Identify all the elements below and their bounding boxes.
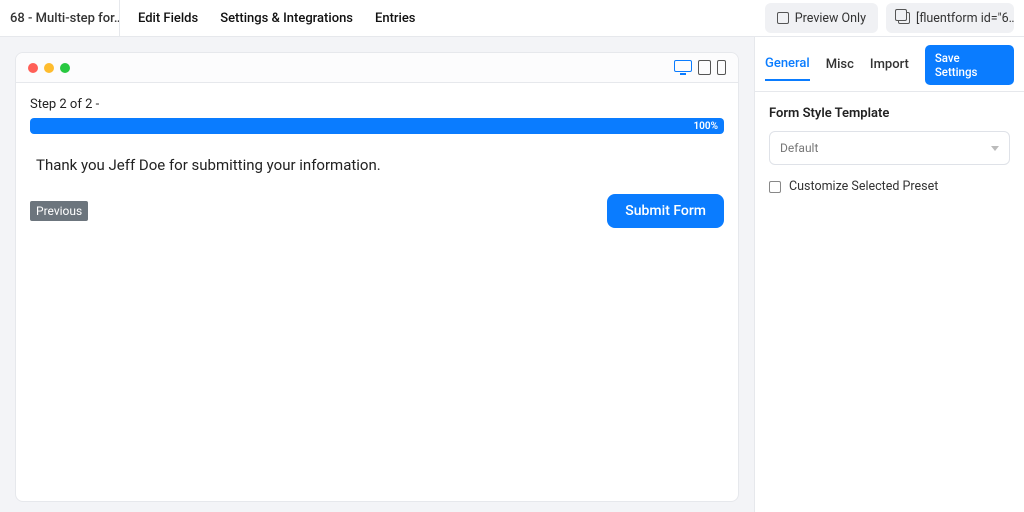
canvas-header <box>16 53 738 83</box>
customize-preset-checkbox[interactable] <box>769 181 781 193</box>
shortcode-text: [fluentform id="6… <box>916 11 1014 26</box>
copy-icon <box>898 12 910 24</box>
traffic-red-icon <box>28 63 38 73</box>
preview-canvas: Step 2 of 2 - 100% Thank you Jeff Doe fo… <box>15 52 739 502</box>
form-style-template-label: Form Style Template <box>769 106 1010 121</box>
tab-general[interactable]: General <box>765 56 810 81</box>
traffic-green-icon <box>60 63 70 73</box>
settings-sidebar: General Misc Import Save Settings Form S… <box>754 37 1024 512</box>
shortcode-copy[interactable]: [fluentform id="6… <box>886 3 1014 33</box>
device-mobile-icon[interactable] <box>717 60 726 75</box>
style-template-select[interactable]: Default <box>769 131 1010 165</box>
confirmation-message: Thank you Jeff Doe for submitting your i… <box>30 152 724 194</box>
nav-entries[interactable]: Entries <box>375 11 415 26</box>
nav-edit-fields[interactable]: Edit Fields <box>138 11 198 26</box>
sidebar-body: Form Style Template Default Customize Se… <box>755 92 1024 208</box>
traffic-yellow-icon <box>44 63 54 73</box>
device-tablet-icon[interactable] <box>698 60 711 75</box>
window-traffic-lights <box>28 63 70 73</box>
progress-bar: 100% <box>30 118 724 134</box>
progress-fill: 100% <box>30 118 724 134</box>
save-settings-button[interactable]: Save Settings <box>925 45 1014 85</box>
top-bar: 68 - Multi-step for… Edit Fields Setting… <box>0 0 1024 37</box>
preview-only-label: Preview Only <box>795 11 866 26</box>
canvas-area: Step 2 of 2 - 100% Thank you Jeff Doe fo… <box>0 37 754 512</box>
top-nav: Edit Fields Settings & Integrations Entr… <box>120 11 416 26</box>
nav-settings-integrations[interactable]: Settings & Integrations <box>220 11 353 26</box>
tab-misc[interactable]: Misc <box>826 57 854 80</box>
submit-button[interactable]: Submit Form <box>607 194 724 228</box>
customize-preset-label: Customize Selected Preset <box>789 179 938 194</box>
device-desktop-icon[interactable] <box>674 60 692 72</box>
form-title[interactable]: 68 - Multi-step for… <box>0 0 120 36</box>
style-template-value: Default <box>780 141 818 155</box>
tab-import[interactable]: Import <box>870 57 909 80</box>
device-switcher <box>674 60 726 75</box>
preview-only-toggle[interactable]: Preview Only <box>765 3 878 33</box>
customize-preset-row[interactable]: Customize Selected Preset <box>769 179 1010 194</box>
step-indicator: Step 2 of 2 - <box>30 97 724 112</box>
checkbox-icon <box>777 12 789 24</box>
form-preview-body: Step 2 of 2 - 100% Thank you Jeff Doe fo… <box>16 83 738 242</box>
progress-text: 100% <box>693 121 718 132</box>
previous-button[interactable]: Previous <box>30 201 88 221</box>
top-actions: Preview Only [fluentform id="6… <box>765 3 1024 33</box>
sidebar-tabs: General Misc Import Save Settings <box>755 37 1024 92</box>
chevron-down-icon <box>991 146 999 151</box>
form-navigation: Previous Submit Form <box>30 194 724 228</box>
